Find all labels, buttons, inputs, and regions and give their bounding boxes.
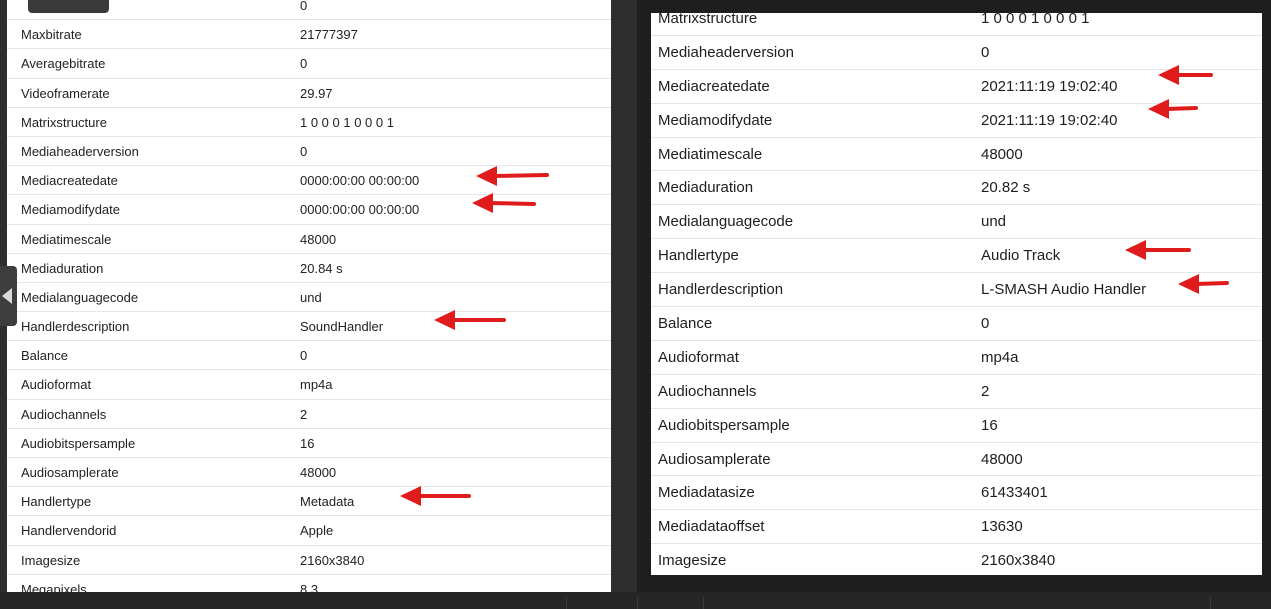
arrow-left-icon	[472, 193, 536, 213]
annotation-layer	[400, 65, 1229, 506]
arrow-left-icon	[476, 166, 549, 186]
arrow-left-icon	[434, 310, 506, 330]
arrow-left-icon	[400, 486, 471, 506]
arrow-left-icon	[1125, 240, 1191, 260]
arrow-left-icon	[1158, 65, 1213, 85]
arrow-left-icon	[1148, 99, 1198, 119]
arrow-left-icon	[1178, 274, 1229, 294]
